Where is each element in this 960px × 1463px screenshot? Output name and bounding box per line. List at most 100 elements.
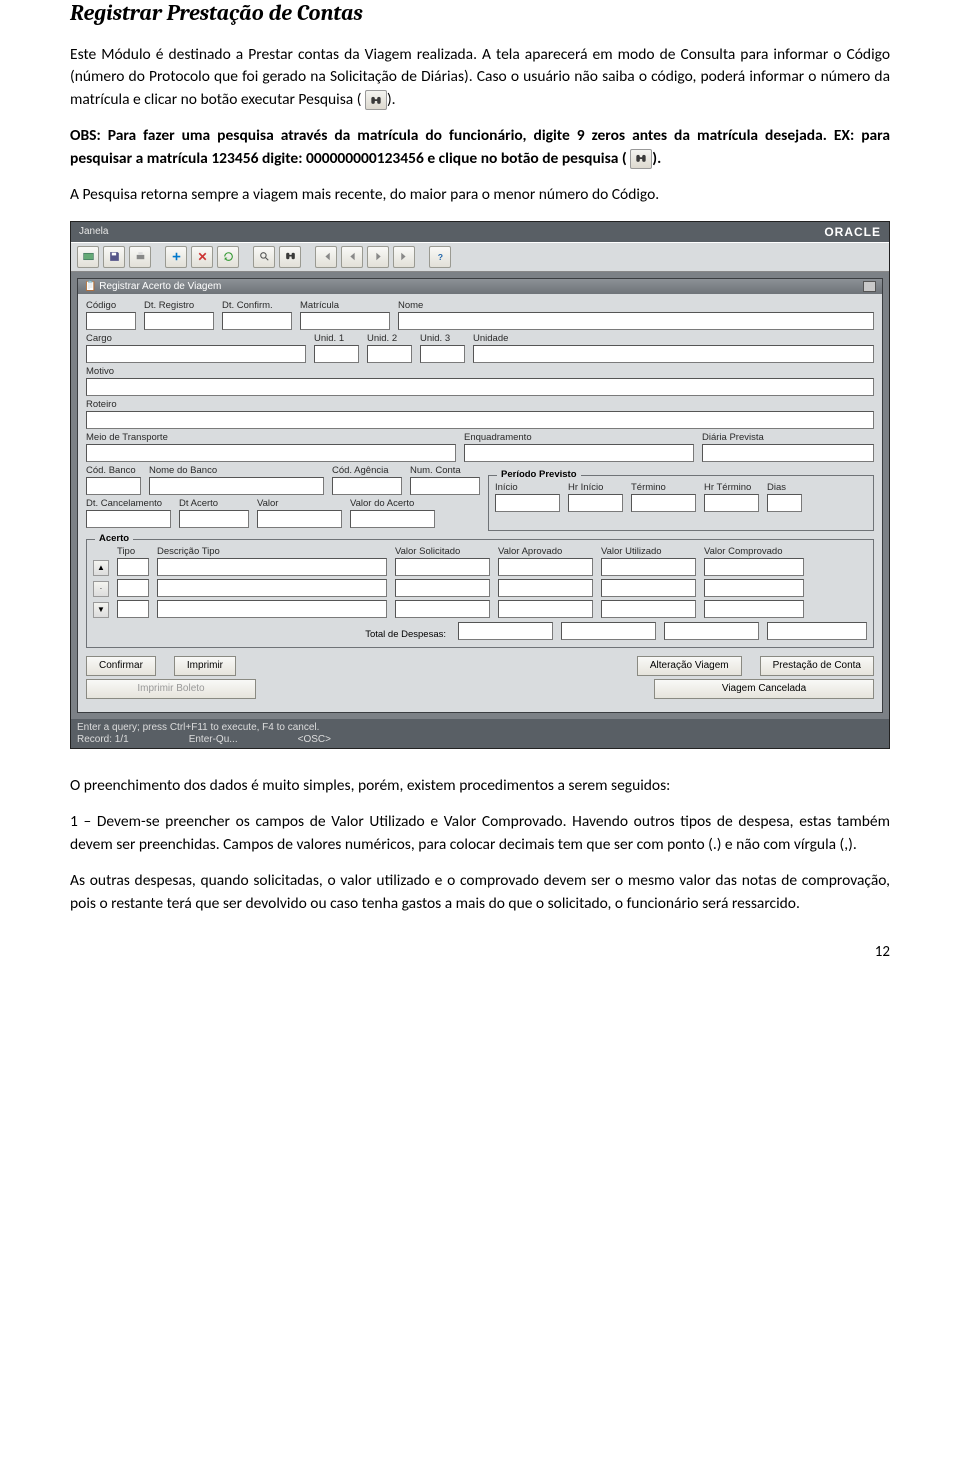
desc-tipo-field[interactable] [157,600,387,618]
valor-comprovado-field[interactable] [704,558,804,576]
refresh-icon[interactable] [217,246,239,268]
lbl-codigo: Código [86,300,136,311]
obs-text-b: ). [652,149,661,168]
alteracao-viagem-button[interactable]: Alteração Viagem [637,656,742,676]
total-aprovado-field [561,622,656,640]
nome-banco-field[interactable] [149,477,324,495]
lbl-dt-cancel: Dt. Cancelamento [86,498,171,509]
form-window-title: Registrar Acerto de Viagem [99,281,221,292]
lbl-dias: Dias [767,482,802,493]
lbl-tipo: Tipo [117,546,149,557]
termino-field[interactable] [631,494,696,512]
imprimir-boleto-button[interactable]: Imprimir Boleto [86,679,256,699]
valor-solicitado-field[interactable] [395,600,490,618]
lbl-unid2: Unid. 2 [367,333,412,344]
roteiro-field[interactable] [86,411,874,429]
nav-prev-icon[interactable] [341,246,363,268]
scroll-up-icon[interactable]: ▲ [93,560,109,576]
tipo-field[interactable] [117,600,149,618]
valor-solicitado-field[interactable] [395,579,490,597]
nav-first-icon[interactable] [315,246,337,268]
nome-field[interactable] [398,312,874,330]
dt-acerto-field[interactable] [179,510,249,528]
cargo-field[interactable] [86,345,306,363]
delete-icon[interactable] [191,246,213,268]
num-conta-field[interactable] [410,477,480,495]
query-execute-icon[interactable] [279,246,301,268]
toolbox-icon[interactable] [77,246,99,268]
valor-acerto-field[interactable] [350,510,435,528]
dt-confirm-field[interactable] [222,312,292,330]
valor-aprovado-field[interactable] [498,558,593,576]
lbl-nome-banco: Nome do Banco [149,465,324,476]
lbl-hr-termino: Hr Término [704,482,759,493]
print-icon[interactable] [129,246,151,268]
hr-termino-field[interactable] [704,494,759,512]
hr-inicio-field[interactable] [568,494,623,512]
valor-utilizado-field[interactable] [601,579,696,597]
status-bar: Enter a query; press Ctrl+F11 to execute… [71,719,889,748]
menu-janela[interactable]: Janela [79,226,108,237]
nav-next-icon[interactable] [367,246,389,268]
unid1-field[interactable] [314,345,359,363]
lbl-valor-utilizado: Valor Utilizado [601,546,696,557]
total-comprovado-field [767,622,867,640]
enquadramento-field[interactable] [464,444,694,462]
matricula-field[interactable] [300,312,390,330]
lbl-cod-agencia: Cód. Agência [332,465,402,476]
window-controls[interactable] [863,281,876,292]
dt-cancel-field[interactable] [86,510,171,528]
binoculars-icon [365,90,387,110]
valor-comprovado-field[interactable] [704,579,804,597]
nav-last-icon[interactable] [393,246,415,268]
cod-banco-field[interactable] [86,477,141,495]
viagem-cancelada-button[interactable]: Viagem Cancelada [654,679,874,699]
page-title: Registrar Prestação de Contas [70,0,890,26]
lbl-unid1: Unid. 1 [314,333,359,344]
desc-tipo-field[interactable] [157,558,387,576]
motivo-field[interactable] [86,378,874,396]
diaria-prevista-field[interactable] [702,444,874,462]
add-icon[interactable] [165,246,187,268]
lbl-hr-inicio: Hr Início [568,482,623,493]
confirmar-button[interactable]: Confirmar [86,656,156,676]
imprimir-button[interactable]: Imprimir [174,656,236,676]
help-icon[interactable]: ? [429,246,451,268]
cod-agencia-field[interactable] [332,477,402,495]
save-icon[interactable] [103,246,125,268]
query-enter-icon[interactable] [253,246,275,268]
prestacao-conta-button[interactable]: Prestação de Conta [760,656,874,676]
unid3-field[interactable] [420,345,465,363]
lbl-enquadramento: Enquadramento [464,432,694,443]
status-osc: <OSC> [298,734,331,745]
tipo-field[interactable] [117,579,149,597]
scroll-down-icon[interactable]: ▼ [93,602,109,618]
lbl-desc-tipo: Descrição Tipo [157,546,387,557]
scroll-mid-icon[interactable]: · [93,581,109,597]
unidade-field[interactable] [473,345,874,363]
valor-utilizado-field[interactable] [601,558,696,576]
codigo-field[interactable] [86,312,136,330]
unid2-field[interactable] [367,345,412,363]
total-utilizado-field [664,622,759,640]
status-message: Enter a query; press Ctrl+F11 to execute… [77,722,883,733]
desc-tipo-field[interactable] [157,579,387,597]
valor-field[interactable] [257,510,342,528]
lbl-valor-aprovado: Valor Aprovado [498,546,593,557]
dias-field[interactable] [767,494,802,512]
lbl-termino: Término [631,482,696,493]
status-record: Record: 1/1 [77,734,129,745]
valor-utilizado-field[interactable] [601,600,696,618]
meio-transporte-field[interactable] [86,444,456,462]
obs-paragraph: OBS: Para fazer uma pesquisa através da … [70,125,890,170]
grp-acerto: Acerto [95,533,133,544]
inicio-field[interactable] [495,494,560,512]
lbl-unid3: Unid. 3 [420,333,465,344]
valor-aprovado-field[interactable] [498,600,593,618]
valor-solicitado-field[interactable] [395,558,490,576]
proc-1: 1 – Devem-se preencher os campos de Valo… [70,811,890,856]
tipo-field[interactable] [117,558,149,576]
dt-registro-field[interactable] [144,312,214,330]
valor-aprovado-field[interactable] [498,579,593,597]
valor-comprovado-field[interactable] [704,600,804,618]
